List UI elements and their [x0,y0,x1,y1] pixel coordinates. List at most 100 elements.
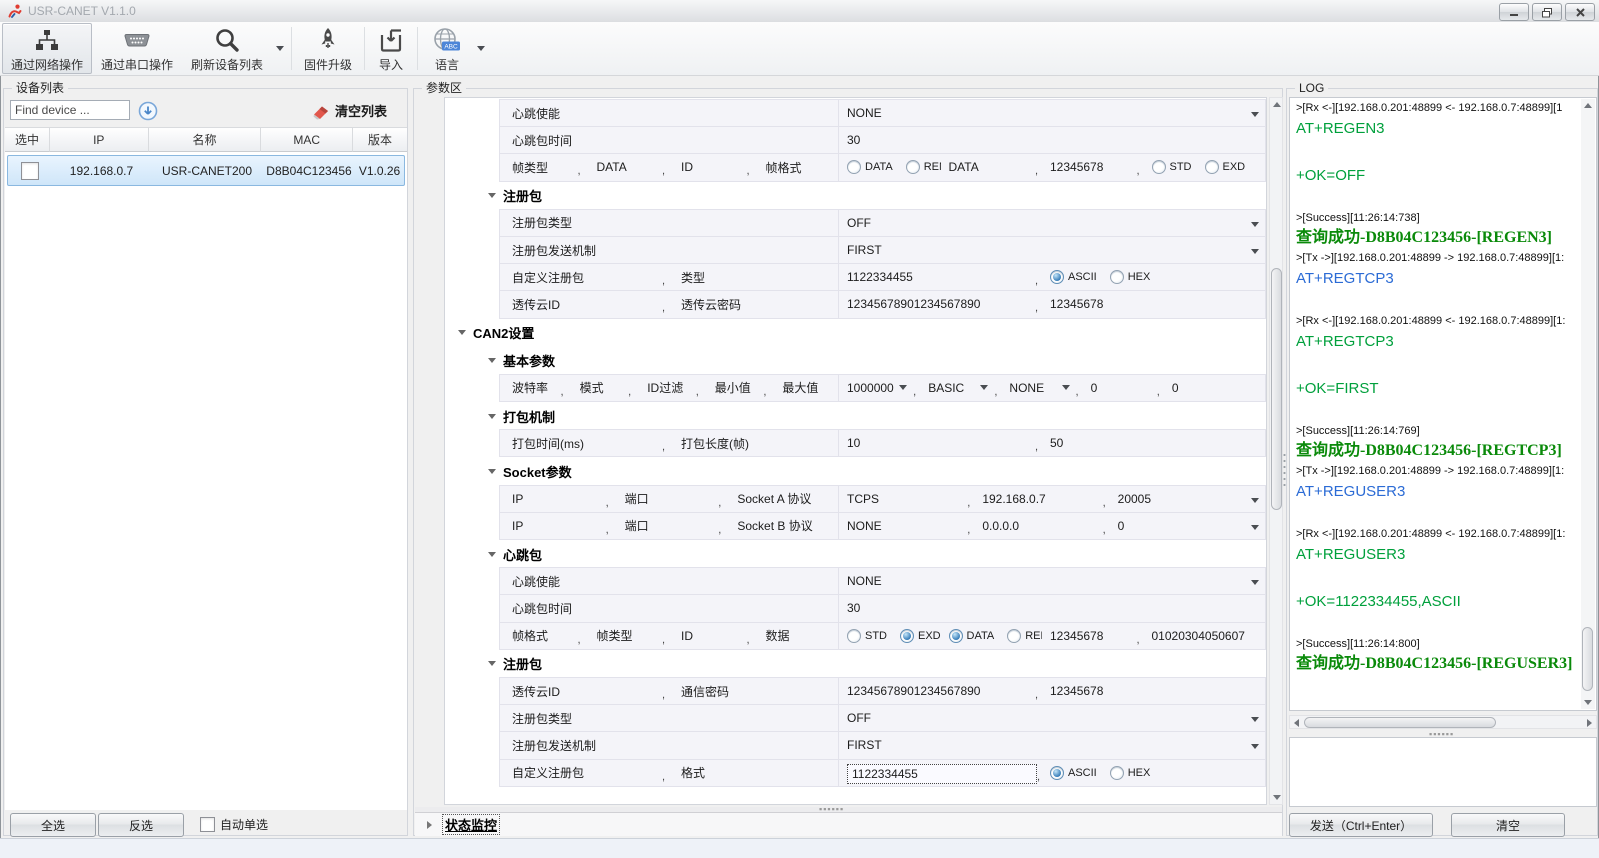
minimize-button[interactable] [1499,3,1529,21]
log-scrollbar-thumb[interactable] [1582,627,1593,691]
param-value[interactable]: 192.168.0.7 [982,492,1045,506]
status-monitor-bar[interactable]: 状态监控 [415,812,1282,836]
param-value[interactable]: 50 [1050,436,1063,450]
param-value[interactable]: 30 [847,601,860,615]
auto-single-checkbox[interactable] [200,817,215,832]
param-value[interactable]: 0 [1118,519,1125,533]
radio-ascii[interactable]: ASCII [1050,270,1097,284]
radio-button-icon[interactable] [847,160,861,174]
radio-hex[interactable]: HEX [1110,766,1151,780]
collapse-arrow-icon[interactable] [488,552,496,557]
clear-list-button[interactable]: 清空列表 [312,101,387,120]
radio-button-icon[interactable] [1050,766,1064,780]
toolbar-operate-via-network-button[interactable]: 通过网络操作 [2,23,92,74]
radio-data[interactable]: DATA [847,160,893,174]
param-value[interactable]: 12345678 [1050,160,1103,174]
column-header-name[interactable]: 名称 [149,128,262,152]
dropdown-arrow-icon[interactable] [1062,385,1070,390]
dropdown-arrow-icon[interactable] [1251,222,1259,227]
param-value[interactable]: 1000000 [847,381,894,395]
radio-button-icon[interactable] [1205,160,1219,174]
param-value[interactable]: 12345678901234567890 [847,684,980,698]
dropdown-arrow-icon[interactable] [1251,525,1259,530]
param-value[interactable]: FIRST [847,243,882,257]
scroll-up-icon[interactable] [1273,102,1281,107]
param-value[interactable]: 1122334455 [847,270,913,284]
toolbar-refresh-device-list-button[interactable]: 刷新设备列表 [182,23,272,74]
param-value[interactable]: 0102030405060708 [1152,629,1246,643]
radio-button-icon[interactable] [1050,270,1064,284]
scroll-down-icon[interactable] [1584,700,1592,705]
invert-selection-button[interactable]: 反选 [98,813,184,837]
radio-std[interactable]: STD [847,629,887,643]
param-value[interactable]: NONE [847,519,882,533]
dropdown-arrow-icon[interactable] [1251,580,1259,585]
param-value[interactable]: NONE [1009,381,1044,395]
param-section-header[interactable]: Socket参数 [445,457,1266,485]
scroll-up-icon[interactable] [1584,103,1592,108]
send-input[interactable] [1289,737,1597,807]
radio-exd[interactable]: EXD [900,629,941,643]
radio-remc[interactable]: REMC [1007,629,1042,643]
radio-button-icon[interactable] [1007,629,1021,643]
param-section-header[interactable]: 打包机制 [445,402,1266,430]
log-hscrollbar-thumb[interactable] [1304,717,1496,728]
param-section-header[interactable]: CAN2设置 [445,319,1266,347]
toolbar-firmware-upgrade-button[interactable]: 固件升级 [295,23,361,74]
find-device-input[interactable] [10,100,130,120]
dropdown-arrow-icon[interactable] [1251,249,1259,254]
param-value[interactable]: FIRST [847,738,882,752]
expand-arrow-icon[interactable] [427,821,432,829]
dropdown-arrow-icon[interactable] [980,385,988,390]
dropdown-arrow-icon[interactable] [1251,717,1259,722]
radio-std[interactable]: STD [1152,160,1192,174]
param-section-header[interactable]: 注册包 [445,182,1266,210]
param-value[interactable]: 0 [1172,381,1179,395]
param-value[interactable]: 0.0.0.0 [982,519,1019,533]
param-scrollbar-thumb[interactable] [1271,268,1282,510]
radio-button-icon[interactable] [1110,766,1124,780]
language-dropdown[interactable] [473,22,489,75]
custom-register-packet-input[interactable] [847,764,1037,784]
refresh-device-list-dropdown[interactable] [272,22,288,75]
column-header-ip[interactable]: IP [50,128,149,152]
param-value[interactable]: 0 [1091,381,1098,395]
clear-log-button[interactable]: 清空 [1451,813,1565,837]
param-value[interactable]: 10 [847,436,860,450]
radio-button-icon[interactable] [949,629,963,643]
collapse-arrow-icon[interactable] [488,469,496,474]
restore-button[interactable] [1532,3,1562,21]
collapse-arrow-icon[interactable] [488,661,496,666]
param-value[interactable]: NONE [847,106,882,120]
param-section-header[interactable]: 基本参数 [445,347,1266,375]
dropdown-arrow-icon[interactable] [899,385,907,390]
param-value[interactable]: 12345678 [1050,684,1103,698]
toolbar-import-button[interactable]: 导入 [368,23,414,74]
collapse-arrow-icon[interactable] [488,193,496,198]
scroll-left-icon[interactable] [1294,719,1299,727]
close-button[interactable] [1565,3,1595,21]
param-value[interactable]: BASIC [928,381,964,395]
radio-ascii[interactable]: ASCII [1050,766,1097,780]
radio-exd[interactable]: EXD [1205,160,1246,174]
select-all-button[interactable]: 全选 [10,813,96,837]
param-value[interactable]: DATA [949,160,979,174]
log-scrollbar-horizontal[interactable] [1289,715,1597,729]
param-scrollbar-vertical[interactable] [1269,97,1283,805]
column-header-mac[interactable]: MAC [261,128,353,152]
param-value[interactable]: TCPS [847,492,879,506]
toolbar-operate-via-serial-button[interactable]: 通过串口操作 [92,23,182,74]
param-value[interactable]: 12345678 [1050,629,1103,643]
param-value[interactable]: 12345678901234567890 [847,297,980,311]
collapse-arrow-icon[interactable] [458,330,466,335]
radio-hex[interactable]: HEX [1110,270,1151,284]
param-value[interactable]: NONE [847,574,882,588]
collapse-arrow-icon[interactable] [488,414,496,419]
log-output[interactable]: >[Rx <-][192.168.0.201:48899 <- 192.168.… [1289,97,1597,711]
dropdown-arrow-icon[interactable] [1251,112,1259,117]
radio-button-icon[interactable] [900,629,914,643]
radio-button-icon[interactable] [847,629,861,643]
log-scrollbar-vertical[interactable] [1581,99,1595,709]
param-value[interactable]: 20005 [1118,492,1151,506]
send-button[interactable]: 发送（Ctrl+Enter） [1289,813,1433,837]
